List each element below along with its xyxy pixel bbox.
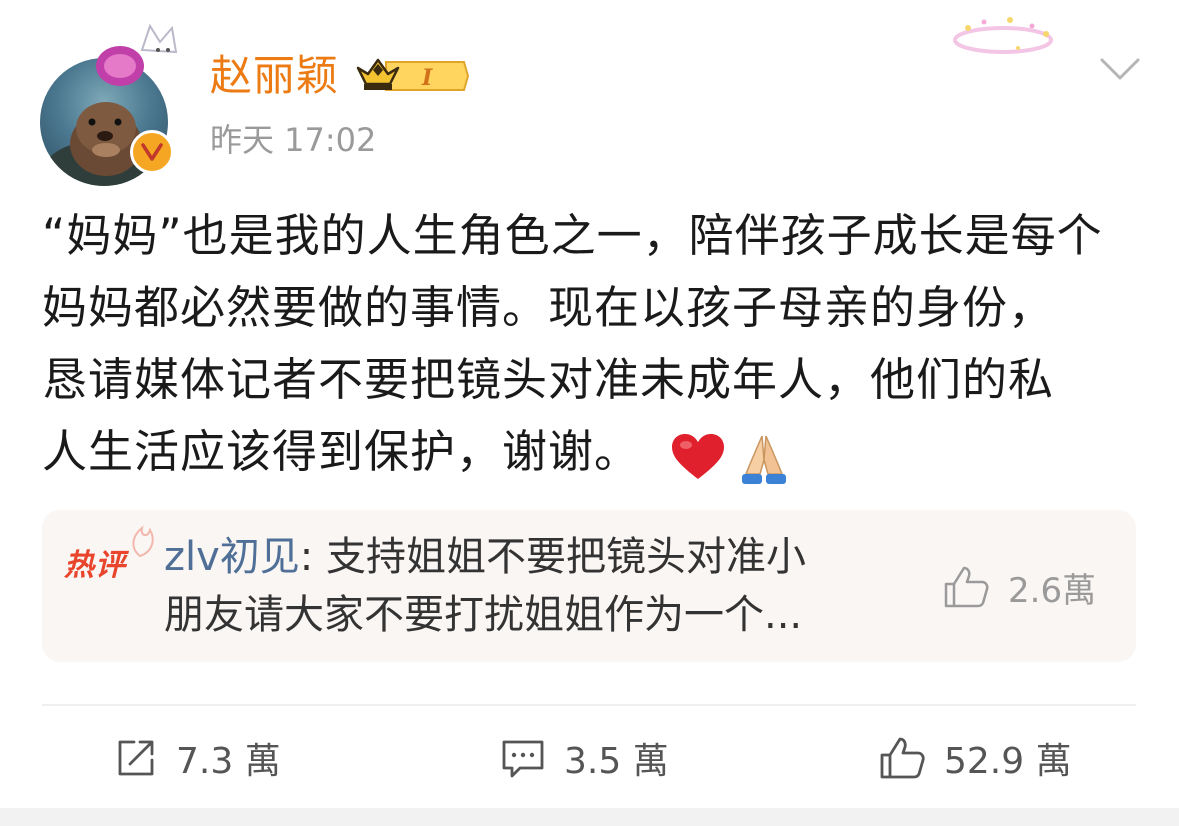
vip-level: I [421, 65, 433, 91]
comment-content: 支持姐姐不要把镜头对准小 [325, 534, 806, 580]
comment-separator: : [299, 534, 326, 580]
post-last-line: 人生活应该得到保护，谢谢。 [42, 416, 1142, 491]
sparkle-decoration-icon [953, 17, 1053, 54]
like-count: 52.9 萬 [944, 741, 1072, 782]
bottom-separator [0, 808, 1179, 826]
like-button[interactable]: 52.9 萬 [878, 716, 1072, 800]
hot-comment-line: zlv初见: 支持姐姐不要把镜头对准小 [164, 528, 904, 586]
author-name[interactable]: 赵丽颖 [210, 46, 339, 106]
comment-button[interactable]: 3.5 萬 [500, 716, 669, 800]
comment-content-line: 朋友请大家不要打扰姐姐作为一个... [164, 592, 803, 638]
repost-button[interactable]: 7.3 萬 [114, 716, 281, 800]
comment-author-name[interactable]: zlv初见 [164, 534, 300, 580]
divider [42, 704, 1136, 706]
post-line: 恳请媒体记者不要把镜头对准未成年人，他们的私 [42, 353, 1055, 406]
comment-like-count: 2.6萬 [1008, 570, 1097, 611]
emoji-row [670, 419, 802, 491]
hot-comment-label: 热评 [64, 548, 126, 583]
post-line: 人生活应该得到保护，谢谢。 [42, 425, 641, 478]
thumbs-up-icon [880, 737, 925, 779]
hot-comment-text: zlv初见: 支持姐姐不要把镜头对准小 朋友请大家不要打扰姐姐作为一个... [164, 528, 904, 644]
post-timestamp: 昨天 17:02 [210, 121, 377, 159]
red-heart-emoji-icon [672, 434, 725, 479]
action-bar: 7.3 萬 3.5 萬 52.9 萬 [0, 716, 1179, 800]
vip-crown-badge-icon[interactable]: I [356, 54, 470, 98]
thumbs-up-icon [944, 566, 989, 608]
repost-count: 7.3 萬 [176, 741, 281, 782]
avatar-container[interactable] [40, 20, 180, 186]
post-body: “妈妈”也是我的人生角色之一，陪伴孩子成长是每个 妈妈都必然要做的事情。现在以孩… [42, 200, 1142, 491]
post-line: 妈妈都必然要做的事情。现在以孩子母亲的身份， [42, 281, 1055, 334]
chevron-down-icon[interactable] [1098, 54, 1142, 84]
share-icon [118, 740, 154, 776]
comment-count: 3.5 萬 [564, 741, 669, 782]
verified-badge-icon [130, 130, 174, 174]
comment-like-button[interactable]: 2.6萬 [942, 564, 1097, 611]
hot-comment-card[interactable]: 热评 zlv初见: 支持姐姐不要把镜头对准小 朋友请大家不要打扰姐姐作为一个..… [42, 510, 1136, 662]
comment-icon [502, 740, 544, 778]
folded-hands-emoji-icon [742, 435, 787, 484]
weibo-post-card: 赵丽颖 I 昨天 17:02 “妈妈”也是我的人生角色之一，陪伴孩子成长是每个 … [0, 0, 1179, 826]
avatar-pendant-icon [96, 23, 178, 86]
post-line: “妈妈”也是我的人生角色之一，陪伴孩子成长是每个 [42, 209, 1103, 262]
flame-icon [132, 525, 154, 558]
